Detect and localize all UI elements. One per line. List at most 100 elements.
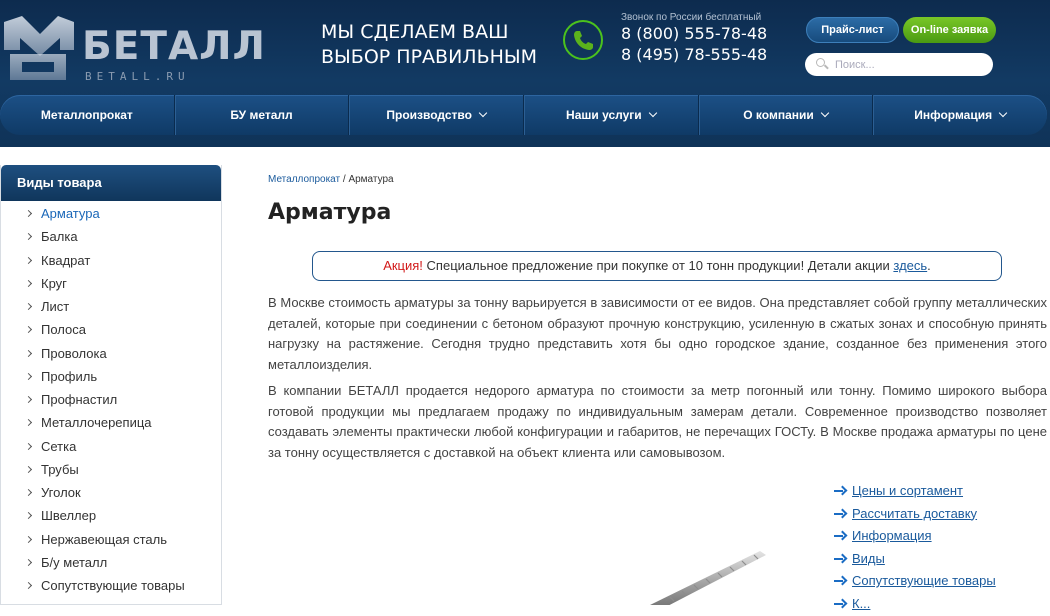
- quick-link-label[interactable]: Виды: [852, 551, 885, 566]
- breadcrumb-link[interactable]: Металлопрокат: [268, 174, 340, 185]
- promo-text: Специальное предложение при покупке от 1…: [423, 258, 893, 273]
- quick-link-label[interactable]: Информация: [852, 528, 932, 543]
- nav-item-label: Информация: [914, 108, 992, 122]
- nav-item-metalloprokat[interactable]: Металлопрокат: [0, 95, 175, 135]
- main-nav: Металлопрокат БУ металл Производство Наш…: [0, 95, 1047, 135]
- price-list-button[interactable]: Прайс-лист: [806, 17, 899, 43]
- chevron-right-icon: [25, 535, 32, 542]
- sidebar-item-label: Б/у металл: [41, 555, 107, 570]
- nav-item-label: Производство: [386, 108, 472, 122]
- nav-item-label: БУ металл: [230, 108, 292, 122]
- sidebar-item-balka[interactable]: Балка: [1, 225, 221, 248]
- sidebar-item-label: Профиль: [41, 369, 97, 384]
- site-header: БЕТАЛЛ BETALL.RU МЫ СДЕЛАЕМ ВАШ ВЫБОР ПР…: [0, 0, 1050, 147]
- sidebar-item-label: Сопутствующие товары: [41, 578, 185, 593]
- sidebar-item-label: Квадрат: [41, 253, 90, 268]
- sidebar-item-label: Уголок: [41, 485, 81, 500]
- nav-item-bu-metall[interactable]: БУ металл: [175, 95, 350, 135]
- sidebar-item-krug[interactable]: Круг: [1, 272, 221, 295]
- sidebar-item-profnastil[interactable]: Профнастил: [1, 388, 221, 411]
- quick-link-types[interactable]: Виды: [834, 549, 996, 572]
- chevron-right-icon: [25, 466, 32, 473]
- breadcrumb: Металлопрокат / Арматура: [268, 174, 394, 185]
- sidebar-item-label: Полоса: [41, 322, 86, 337]
- description-paragraph: В компании БЕТАЛЛ продается недорого арм…: [268, 381, 1047, 463]
- sidebar-item-polosa[interactable]: Полоса: [1, 318, 221, 341]
- search-box: [805, 53, 993, 76]
- chevron-right-icon: [25, 442, 32, 449]
- sidebar-item-ugolok[interactable]: Уголок: [1, 481, 221, 504]
- quick-link-label[interactable]: К...: [852, 596, 870, 611]
- arrow-right-icon: [834, 600, 846, 608]
- chevron-right-icon: [25, 280, 32, 287]
- sidebar-item-label: Нержавеющая сталь: [41, 532, 167, 547]
- chevron-down-icon: [999, 109, 1007, 117]
- chevron-down-icon: [821, 109, 829, 117]
- quick-link-more[interactable]: К...: [834, 594, 996, 616]
- search-icon[interactable]: [816, 58, 825, 67]
- nav-item-proizvodstvo[interactable]: Производство: [349, 95, 524, 135]
- sidebar-item-profil[interactable]: Профиль: [1, 365, 221, 388]
- promo-banner: Акция! Специальное предложение при покуп…: [312, 251, 1002, 281]
- logo-emblem-icon: [0, 14, 78, 86]
- online-order-button[interactable]: On-line заявка: [903, 17, 996, 43]
- logo-text: БЕТАЛЛ: [82, 24, 266, 69]
- sidebar-item-nerzhaveyushchaya[interactable]: Нержавеющая сталь: [1, 528, 221, 551]
- arrow-right-icon: [834, 577, 846, 585]
- chevron-right-icon: [25, 210, 32, 217]
- arrow-right-icon: [834, 555, 846, 563]
- nav-item-uslugi[interactable]: Наши услуги: [524, 95, 699, 135]
- sidebar-item-label: Арматура: [41, 206, 100, 221]
- sidebar-item-armatura[interactable]: Арматура: [1, 202, 221, 225]
- chevron-down-icon: [479, 109, 487, 117]
- sidebar-item-bu-metall[interactable]: Б/у металл: [1, 551, 221, 574]
- sidebar-item-label: Проволока: [41, 346, 107, 361]
- quick-link-label[interactable]: Рассчитать доставку: [852, 506, 977, 521]
- arrow-right-icon: [834, 532, 846, 540]
- site-logo[interactable]: БЕТАЛЛ BETALL.RU: [0, 10, 250, 85]
- nav-item-o-kompanii[interactable]: О компании: [699, 95, 874, 135]
- sidebar-item-setka[interactable]: Сетка: [1, 435, 221, 458]
- chevron-right-icon: [25, 326, 32, 333]
- sidebar-item-truby[interactable]: Трубы: [1, 458, 221, 481]
- sidebar-item-label: Металлочерепица: [41, 415, 152, 430]
- chevron-right-icon: [25, 396, 32, 403]
- quick-link-label[interactable]: Сопутствующие товары: [852, 573, 996, 588]
- chevron-right-icon: [25, 559, 32, 566]
- phone-free-number[interactable]: 8 (800) 555-78-48: [621, 23, 767, 44]
- sidebar-item-list[interactable]: Лист: [1, 295, 221, 318]
- sidebar-item-metallocherepica[interactable]: Металлочерепица: [1, 411, 221, 434]
- product-categories-sidebar: Виды товара Арматура Балка Квадрат Круг …: [0, 165, 222, 605]
- sidebar-item-shveller[interactable]: Швеллер: [1, 504, 221, 527]
- chevron-right-icon: [25, 419, 32, 426]
- quick-link-info[interactable]: Информация: [834, 526, 996, 549]
- sidebar-item-label: Балка: [41, 229, 78, 244]
- sidebar-item-label: Лист: [41, 299, 69, 314]
- quick-link-related[interactable]: Сопутствующие товары: [834, 571, 996, 594]
- quick-link-label[interactable]: Цены и сортамент: [852, 483, 963, 498]
- nav-item-informaciya[interactable]: Информация: [873, 95, 1047, 135]
- slogan-line: МЫ СДЕЛАЕМ ВАШ: [321, 20, 537, 45]
- chevron-right-icon: [25, 349, 32, 356]
- quick-link-delivery[interactable]: Рассчитать доставку: [834, 504, 996, 527]
- chevron-right-icon: [25, 303, 32, 310]
- promo-end: .: [927, 258, 931, 273]
- chevron-right-icon: [25, 256, 32, 263]
- promo-details-link[interactable]: здесь: [893, 258, 927, 273]
- sidebar-item-provoloka[interactable]: Проволока: [1, 342, 221, 365]
- sidebar-item-soputstvuyushchie[interactable]: Сопутствующие товары: [1, 574, 221, 597]
- category-list: Арматура Балка Квадрат Круг Лист Полоса …: [1, 201, 221, 597]
- page-title: Арматура: [268, 200, 391, 225]
- rebar-product-image: [640, 545, 790, 605]
- sidebar-item-kvadrat[interactable]: Квадрат: [1, 249, 221, 272]
- logo-domain: BETALL.RU: [85, 70, 190, 83]
- search-input[interactable]: [835, 56, 985, 73]
- chevron-down-icon: [648, 109, 656, 117]
- quick-link-prices[interactable]: Цены и сортамент: [834, 481, 996, 504]
- phone-moscow-number[interactable]: 8 (495) 78-555-48: [621, 44, 767, 65]
- nav-item-label: О компании: [743, 108, 814, 122]
- sidebar-item-label: Сетка: [41, 439, 76, 454]
- sidebar-title: Виды товара: [1, 165, 221, 201]
- quick-links: Цены и сортамент Рассчитать доставку Инф…: [834, 481, 996, 616]
- description-paragraph: В Москве стоимость арматуры за тонну вар…: [268, 293, 1047, 375]
